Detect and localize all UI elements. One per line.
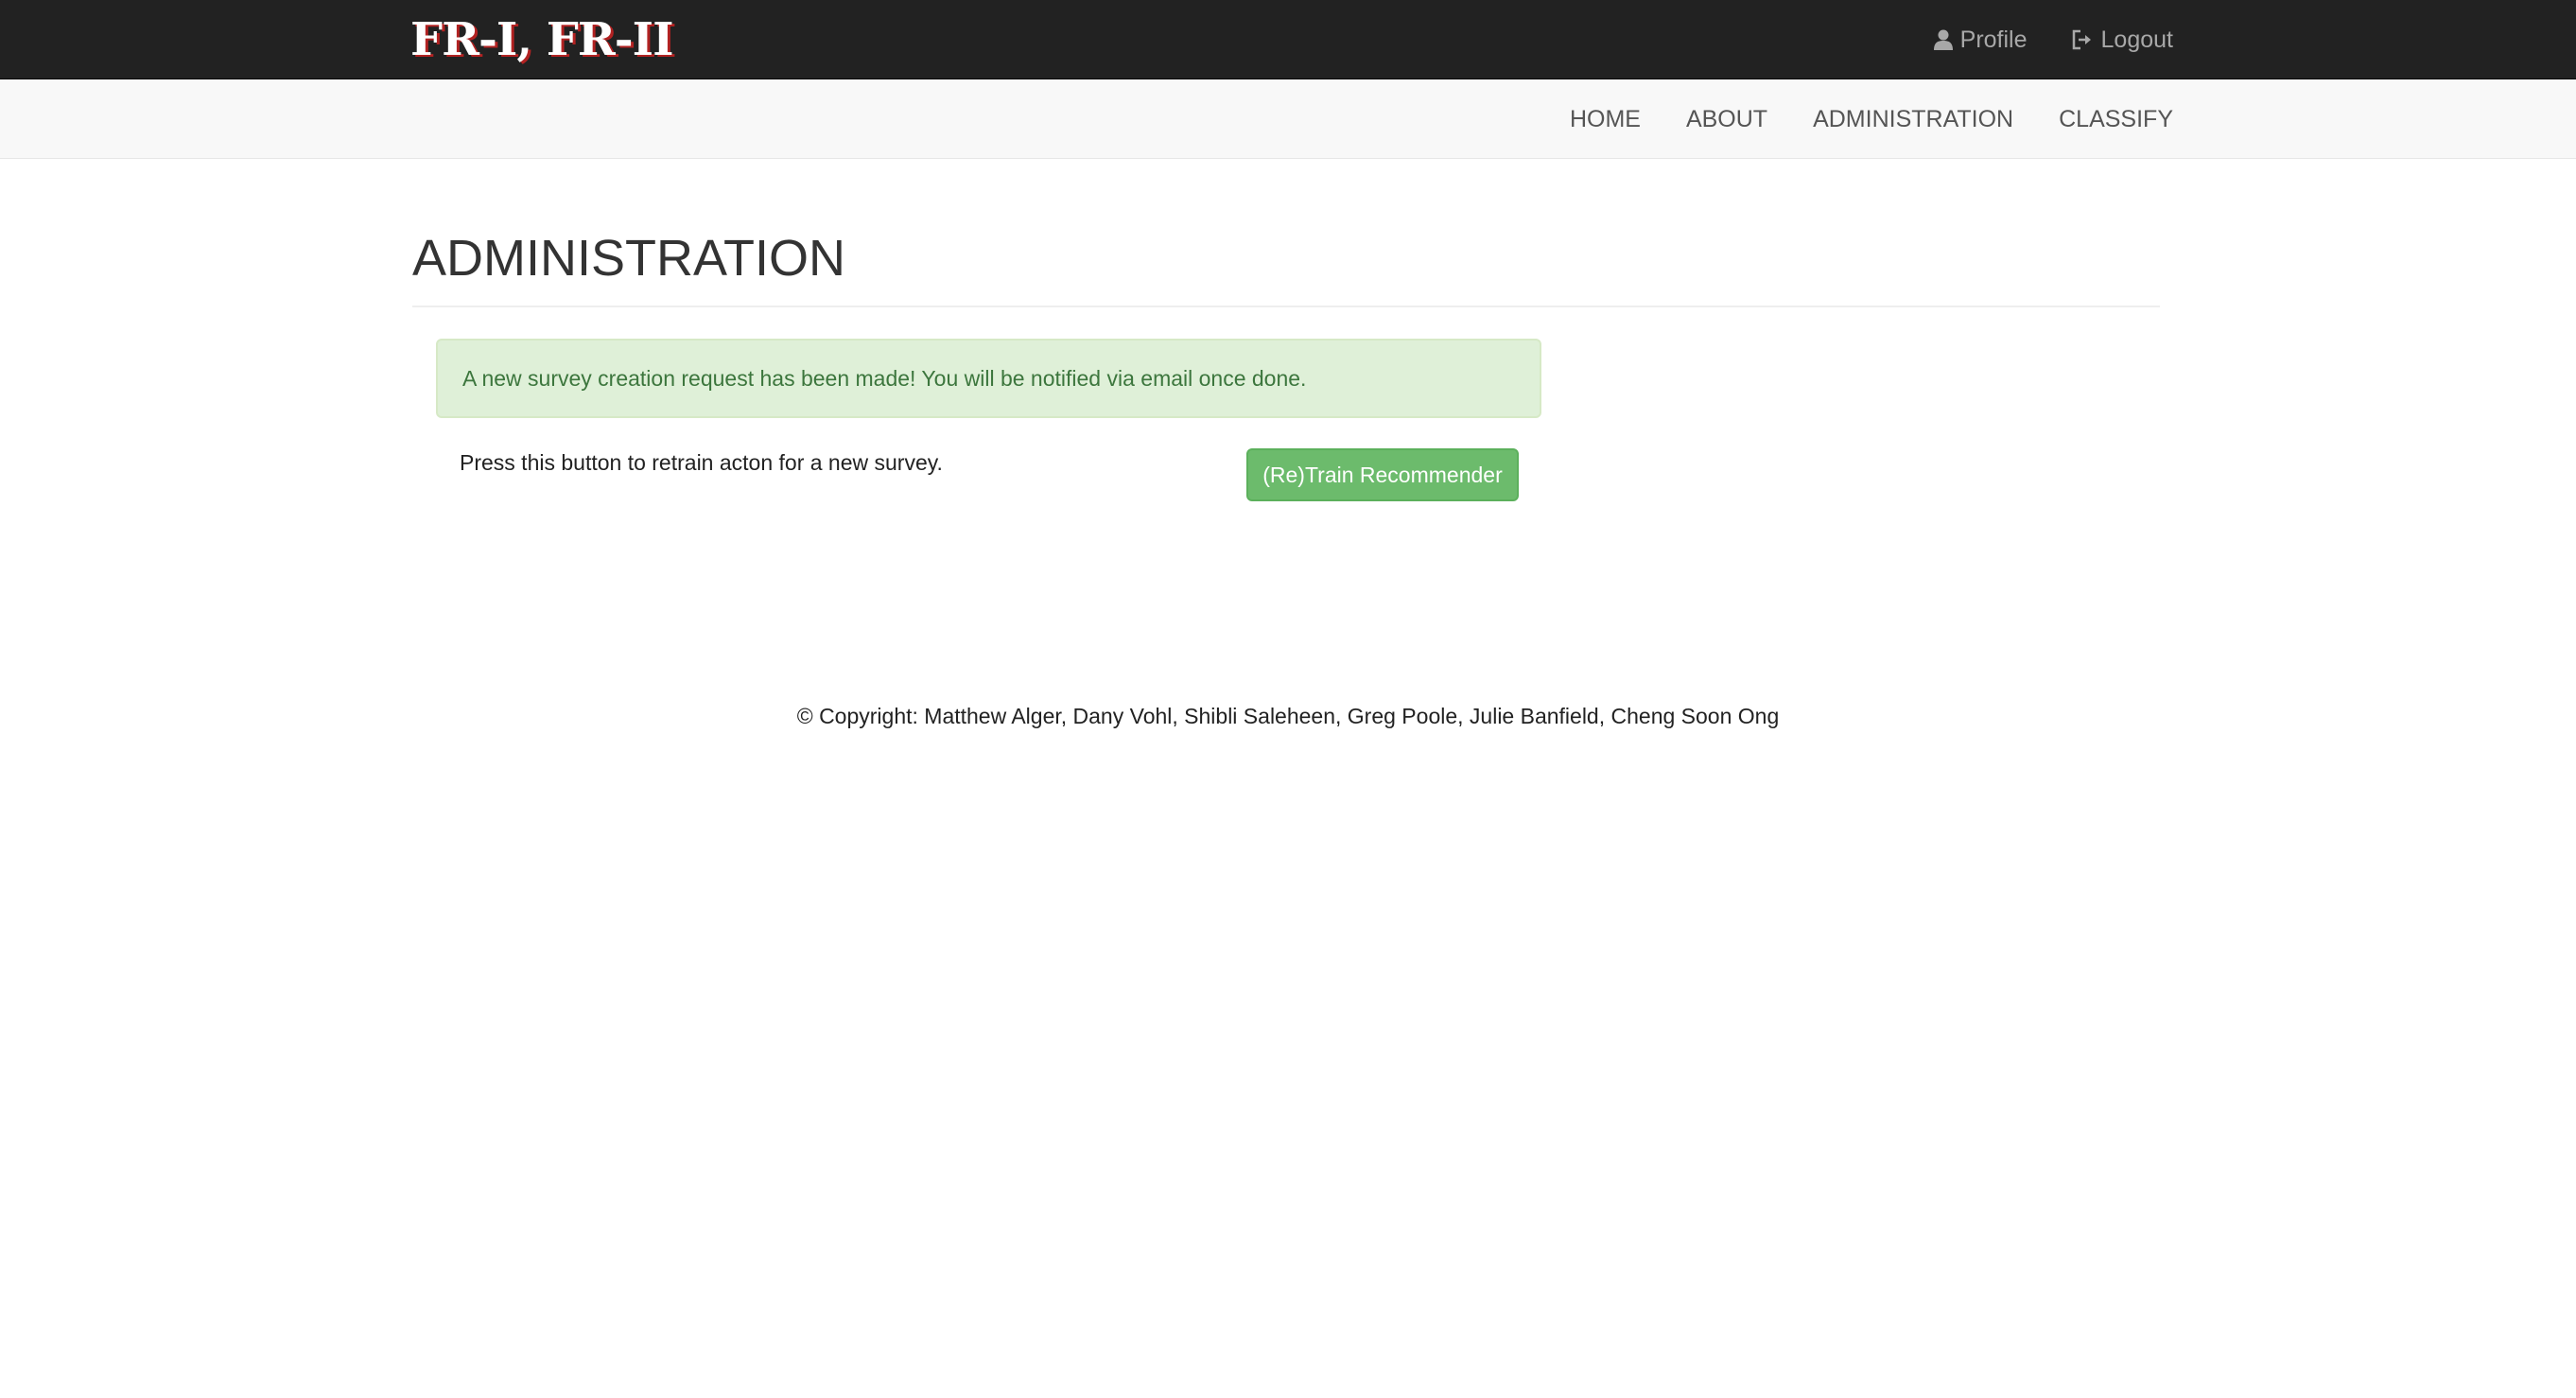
nav-item-about[interactable]: ABOUT xyxy=(1686,106,1767,133)
nav-item-classify[interactable]: CLASSIFY xyxy=(2059,106,2173,133)
brand-logo[interactable]: FR-I, FR-II xyxy=(410,11,674,68)
nav-item-home[interactable]: HOME xyxy=(1570,106,1641,133)
success-alert: A new survey creation request has been m… xyxy=(436,339,1541,418)
alert-message: A new survey creation request has been m… xyxy=(462,365,1307,391)
retrain-recommender-button[interactable]: (Re)Train Recommender xyxy=(1246,448,1519,501)
profile-link[interactable]: Profile xyxy=(1933,26,2028,54)
logout-label: Logout xyxy=(2100,26,2173,53)
page-title: ADMINISTRATION xyxy=(412,230,845,287)
main-nav: HOME ABOUT ADMINISTRATION CLASSIFY xyxy=(0,79,2576,159)
logout-icon xyxy=(2071,29,2094,50)
top-bar: FR-I, FR-II Profile Logout xyxy=(0,0,2576,79)
user-icon xyxy=(1933,29,1953,50)
nav-list: HOME ABOUT ADMINISTRATION CLASSIFY xyxy=(1570,79,2173,159)
title-divider xyxy=(412,306,2160,307)
nav-item-administration[interactable]: ADMINISTRATION xyxy=(1813,106,2013,133)
footer-copyright: © Copyright: Matthew Alger, Dany Vohl, S… xyxy=(796,704,1780,728)
profile-label: Profile xyxy=(1959,26,2028,53)
retrain-description: Press this button to retrain acton for a… xyxy=(460,450,943,475)
logout-link[interactable]: Logout xyxy=(2071,26,2173,54)
user-menu: Profile Logout xyxy=(1933,0,2173,79)
